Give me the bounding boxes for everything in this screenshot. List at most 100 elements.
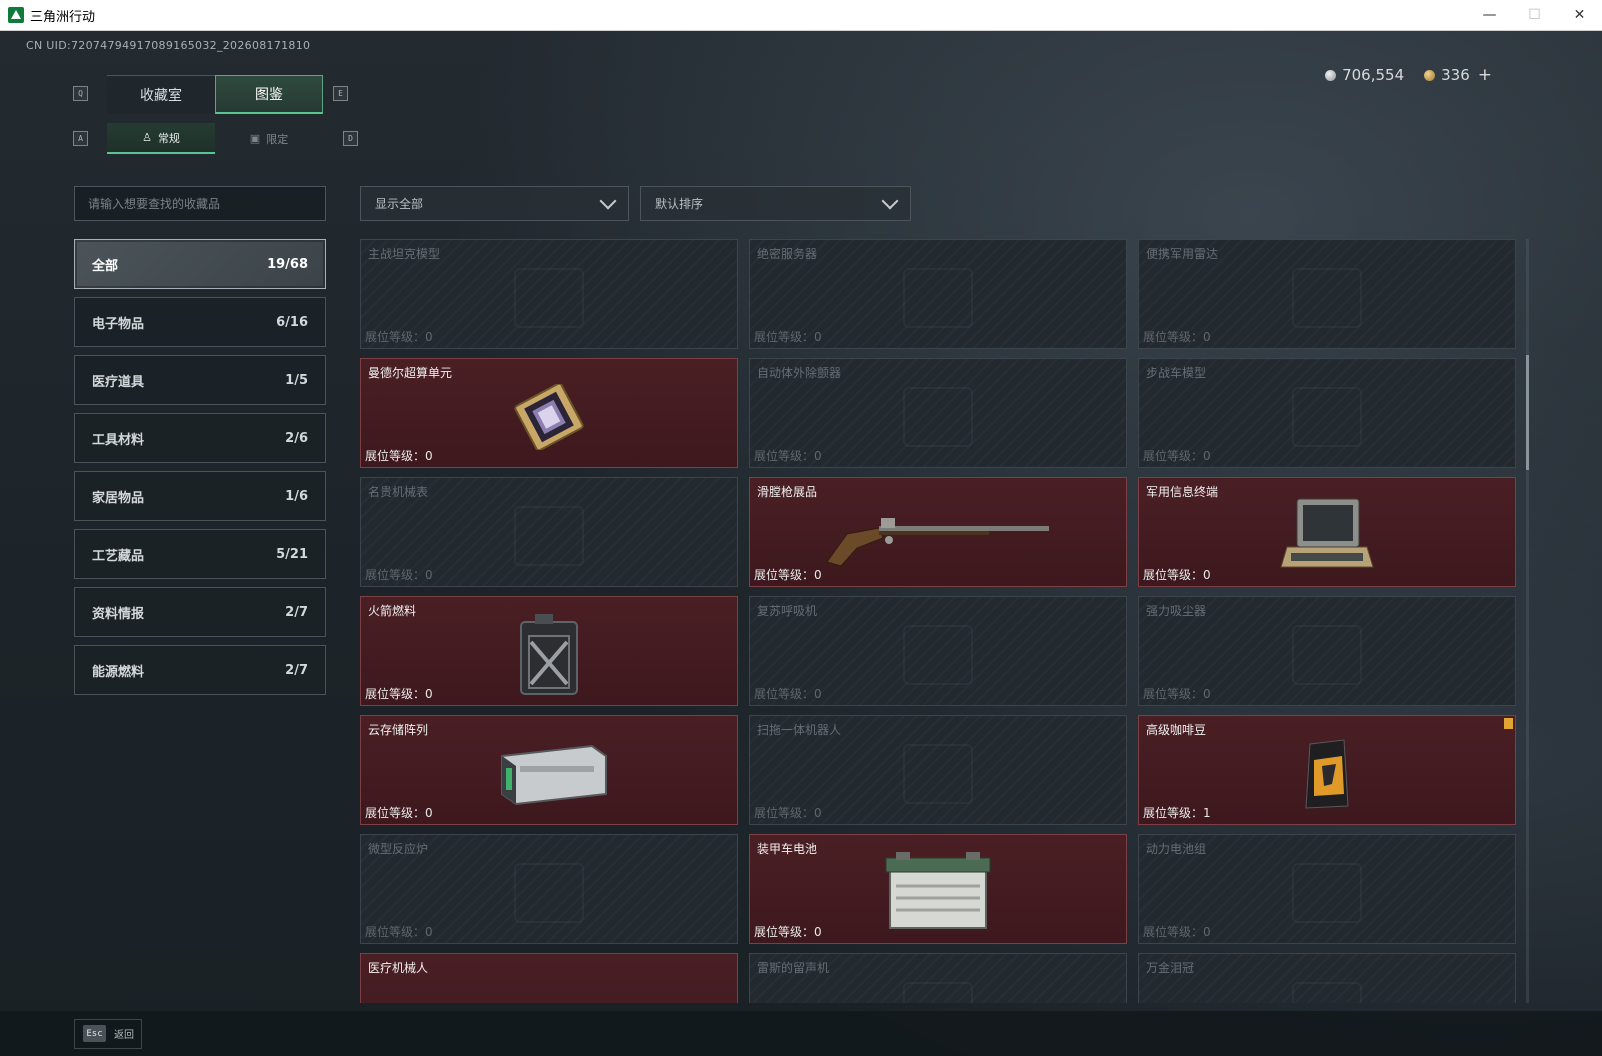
display-level-value: 0 bbox=[814, 568, 822, 582]
tab-catalog[interactable]: 图鉴 bbox=[215, 75, 323, 114]
category-all[interactable]: 全部 19/68 bbox=[74, 239, 326, 289]
category-count: 19/68 bbox=[267, 256, 308, 272]
search-box bbox=[74, 186, 326, 221]
close-button[interactable]: ✕ bbox=[1557, 0, 1602, 31]
sort-dropdown[interactable]: 默认排序 bbox=[640, 186, 911, 221]
category-crafts[interactable]: 工艺藏品 5/21 bbox=[74, 529, 326, 579]
display-level-label: 展位等级： bbox=[1143, 330, 1204, 344]
main-tabs: 收藏室 图鉴 bbox=[107, 75, 323, 114]
chip-icon bbox=[509, 384, 589, 451]
item-name: 主战坦克模型 bbox=[368, 247, 441, 261]
category-label: 工艺藏品 bbox=[92, 548, 145, 564]
grid-scrollbar[interactable] bbox=[1526, 239, 1529, 1003]
maximize-button[interactable]: ☐ bbox=[1512, 0, 1557, 31]
battery-icon bbox=[882, 852, 994, 934]
collection-item-card[interactable]: 强力吸尘器 展位等级：0 bbox=[1138, 596, 1516, 706]
item-display-level: 展位等级：0 bbox=[754, 804, 822, 821]
collection-item-card[interactable]: 动力电池组 展位等级：0 bbox=[1138, 834, 1516, 944]
sort-dropdown-label: 默认排序 bbox=[655, 197, 704, 211]
collection-item-card[interactable]: 军用信息终端 展位等级：0 bbox=[1138, 477, 1516, 587]
category-count: 2/7 bbox=[285, 662, 308, 678]
key-hint-q: Q bbox=[73, 86, 88, 101]
collection-item-card[interactable]: 滑膛枪展品 展位等级：0 bbox=[749, 477, 1127, 587]
collection-item-card[interactable]: 曼德尔超算单元 展位等级：0 bbox=[360, 358, 738, 468]
item-name: 万金泪冠 bbox=[1146, 961, 1195, 975]
display-level-value: 0 bbox=[814, 449, 822, 463]
tank-icon bbox=[514, 268, 584, 329]
display-level-value: 0 bbox=[814, 687, 822, 701]
esc-key-icon: Esc bbox=[83, 1025, 106, 1042]
storage-array-icon bbox=[486, 738, 612, 810]
category-energy[interactable]: 能源燃料 2/7 bbox=[74, 645, 326, 695]
display-level-value: 0 bbox=[425, 330, 433, 344]
item-name: 名贵机械表 bbox=[368, 485, 429, 499]
category-tools[interactable]: 工具材料 2/6 bbox=[74, 413, 326, 463]
terminal-icon bbox=[1277, 495, 1377, 577]
watch-icon bbox=[514, 506, 584, 567]
category-household[interactable]: 家居物品 1/6 bbox=[74, 471, 326, 521]
new-badge-icon bbox=[1504, 718, 1513, 729]
collection-item-card[interactable]: 扫拖一体机器人 展位等级：0 bbox=[749, 715, 1127, 825]
minimize-button[interactable]: — bbox=[1467, 0, 1512, 31]
tab-collection-room[interactable]: 收藏室 bbox=[107, 75, 215, 114]
category-label: 家居物品 bbox=[92, 490, 145, 506]
sub-tabs: ♙ 常规 ▣ 限定 bbox=[107, 123, 323, 154]
display-level-label: 展位等级： bbox=[1143, 568, 1204, 582]
uid-label: CN UID:720747949170891650​32_20260817181… bbox=[26, 39, 311, 52]
category-label: 电子物品 bbox=[92, 316, 145, 332]
category-count: 6/16 bbox=[276, 314, 308, 330]
window-controls: — ☐ ✕ bbox=[1467, 0, 1602, 31]
item-display-level: 展位等级：0 bbox=[754, 923, 822, 940]
musket-icon bbox=[823, 504, 1053, 568]
app-logo-icon bbox=[8, 7, 24, 23]
collection-item-card[interactable]: 万金泪冠 bbox=[1138, 953, 1516, 1003]
subtab-regular[interactable]: ♙ 常规 bbox=[107, 123, 215, 154]
ifv-icon bbox=[1292, 387, 1362, 448]
defibrillator-icon bbox=[903, 387, 973, 448]
collection-item-card[interactable]: 便携军用雷达 展位等级：0 bbox=[1138, 239, 1516, 349]
item-name: 医疗机械人 bbox=[368, 961, 429, 975]
collection-item-card[interactable]: 火箭燃料 展位等级：0 bbox=[360, 596, 738, 706]
collection-item-card[interactable]: 医疗机械人 bbox=[360, 953, 738, 1003]
grid-scrollbar-thumb[interactable] bbox=[1526, 355, 1529, 470]
search-input[interactable] bbox=[88, 196, 325, 211]
display-level-value: 0 bbox=[1203, 568, 1211, 582]
collection-item-card[interactable]: 高级咖啡豆 展位等级：1 bbox=[1138, 715, 1516, 825]
display-level-label: 展位等级： bbox=[365, 687, 426, 701]
item-display-level: 展位等级：0 bbox=[365, 447, 433, 464]
collection-item-card[interactable]: 名贵机械表 展位等级：0 bbox=[360, 477, 738, 587]
collection-item-card[interactable]: 自动体外除颤器 展位等级：0 bbox=[749, 358, 1127, 468]
ventilator-icon bbox=[903, 625, 973, 686]
category-electronics[interactable]: 电子物品 6/16 bbox=[74, 297, 326, 347]
collection-item-card[interactable]: 雷斯的留声机 bbox=[749, 953, 1127, 1003]
battery-pack-icon bbox=[1292, 863, 1362, 924]
collection-item-card[interactable]: 装甲车电池 展位等级：0 bbox=[749, 834, 1127, 944]
item-display-level: 展位等级：0 bbox=[754, 566, 822, 583]
filter-dropdown[interactable]: 显示全部 bbox=[360, 186, 629, 221]
item-name: 高级咖啡豆 bbox=[1146, 723, 1207, 737]
collection-item-card[interactable]: 绝密服务器 展位等级：0 bbox=[749, 239, 1127, 349]
collection-item-card[interactable]: 复苏呼吸机 展位等级：0 bbox=[749, 596, 1127, 706]
collection-item-card[interactable]: 云存储阵列 展位等级：0 bbox=[360, 715, 738, 825]
item-display-level: 展位等级：0 bbox=[1143, 447, 1211, 464]
display-level-value: 0 bbox=[1203, 449, 1211, 463]
item-display-level: 展位等级：0 bbox=[365, 804, 433, 821]
category-intel[interactable]: 资料情报 2/7 bbox=[74, 587, 326, 637]
subtab-limited[interactable]: ▣ 限定 bbox=[215, 123, 323, 154]
window-titlebar: 三角洲行动 — ☐ ✕ bbox=[0, 0, 1602, 31]
category-medical[interactable]: 医疗道具 1/5 bbox=[74, 355, 326, 405]
key-hint-a: A bbox=[73, 131, 88, 146]
gramophone-icon bbox=[903, 982, 973, 1003]
item-name: 复苏呼吸机 bbox=[757, 604, 818, 618]
item-display-level: 展位等级：0 bbox=[1143, 923, 1211, 940]
gold-balance: 336 + bbox=[1424, 65, 1492, 85]
collection-item-card[interactable]: 主战坦克模型 展位等级：0 bbox=[360, 239, 738, 349]
gold-amount: 336 bbox=[1441, 66, 1470, 84]
collection-item-card[interactable]: 步战车模型 展位等级：0 bbox=[1138, 358, 1516, 468]
collection-item-card[interactable]: 微型反应炉 展位等级：0 bbox=[360, 834, 738, 944]
add-currency-button[interactable]: + bbox=[1478, 65, 1492, 85]
item-display-level: 展位等级：0 bbox=[1143, 566, 1211, 583]
category-count: 1/5 bbox=[285, 372, 308, 388]
item-name: 火箭燃料 bbox=[368, 604, 417, 618]
display-level-label: 展位等级： bbox=[365, 925, 426, 939]
